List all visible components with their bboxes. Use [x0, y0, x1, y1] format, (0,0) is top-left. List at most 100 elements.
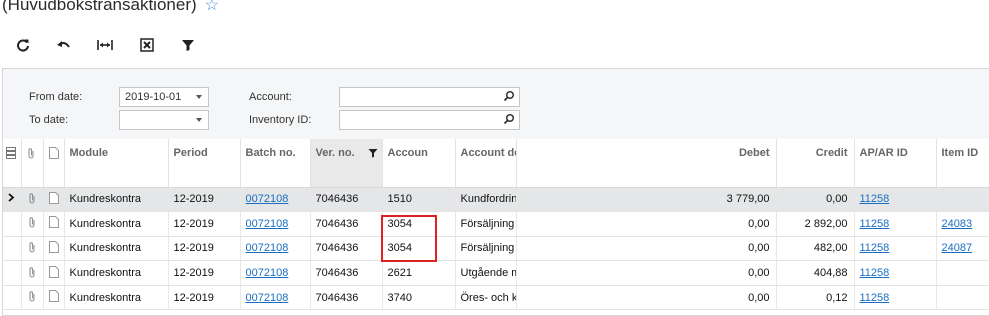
row-selector[interactable] [3, 236, 22, 262]
from-date-field[interactable]: 2019-10-01 [119, 87, 209, 107]
chevron-down-icon[interactable] [196, 95, 202, 99]
from-date-label: From date: [29, 91, 83, 103]
cell-batch-no[interactable]: 0072108 [240, 260, 311, 286]
cell-ap-ar-id[interactable]: 11258 [854, 211, 937, 237]
cell-batch-no[interactable]: 0072108 [240, 285, 311, 311]
filter-area: From date: 2019-10-01 To date: Account: … [3, 69, 989, 140]
cell-period: 12-2019 [168, 260, 241, 286]
refresh-icon[interactable] [12, 34, 34, 56]
col-period[interactable]: Period [168, 139, 241, 188]
ap-ar-link[interactable]: 11258 [860, 267, 890, 279]
undo-icon[interactable] [53, 34, 75, 56]
note-icon[interactable] [43, 236, 65, 262]
paperclip-icon[interactable] [21, 285, 44, 311]
chevron-down-icon[interactable] [196, 118, 202, 122]
paperclip-icon[interactable] [21, 187, 44, 213]
note-icon [48, 147, 59, 159]
search-icon[interactable] [503, 90, 515, 105]
row-selector[interactable] [3, 211, 22, 237]
transactions-grid: Module Period Batch no. Ver. no. Accoun … [3, 139, 989, 311]
to-date-field[interactable] [119, 110, 209, 130]
highlight-box [381, 215, 437, 262]
paperclip-icon[interactable] [21, 260, 44, 286]
col-ver-no[interactable]: Ver. no. [310, 139, 383, 188]
cell-item-id[interactable]: 24087 [936, 236, 989, 262]
note-icon[interactable] [43, 211, 65, 237]
ap-ar-link[interactable]: 11258 [860, 242, 890, 254]
batch-link[interactable]: 0072108 [246, 292, 289, 304]
table-row[interactable]: Kundreskontra 12-2019 0072108 7046436 2621 Ut… [3, 260, 989, 286]
fit-columns-icon[interactable] [94, 34, 116, 56]
cell-batch-no[interactable]: 0072108 [240, 187, 311, 213]
cell-account-description: Utgående moms på försäljning inom Sverig… [455, 260, 517, 286]
note-icon[interactable] [43, 187, 65, 213]
cell-batch-no[interactable]: 0072108 [240, 211, 311, 237]
table-row[interactable]: Kundreskontra 12-2019 0072108 7046436 3740 Ör… [3, 285, 989, 311]
row-selector[interactable] [3, 260, 22, 286]
batch-link[interactable]: 0072108 [246, 193, 289, 205]
grid-header-row: Module Period Batch no. Ver. no. Accoun … [3, 139, 989, 188]
current-row-arrow-icon [8, 193, 15, 205]
ap-ar-link[interactable]: 11258 [860, 292, 890, 304]
item-link[interactable]: 24087 [942, 242, 973, 254]
inventory-id-field[interactable] [339, 110, 520, 130]
notes-header[interactable] [43, 139, 65, 188]
account-field[interactable] [339, 87, 520, 107]
paperclip-icon[interactable] [21, 236, 44, 262]
cell-account: 1510 [382, 187, 456, 213]
table-row[interactable]: Kundreskontra 12-2019 0072108 7046436 3054 Fö… [3, 211, 989, 237]
search-icon[interactable] [503, 113, 515, 128]
cell-module: Kundreskontra [64, 211, 169, 237]
cell-ap-ar-id[interactable]: 11258 [854, 236, 937, 262]
ap-ar-link[interactable]: 11258 [860, 193, 890, 205]
account-label: Account: [249, 91, 292, 103]
cell-item-id[interactable] [936, 187, 989, 213]
filter-icon[interactable] [368, 148, 378, 158]
cell-ver-no: 7046436 [310, 260, 383, 286]
cell-account-description: Kundfordringar [455, 187, 517, 213]
cell-item-id[interactable]: 24083 [936, 211, 989, 237]
batch-link[interactable]: 0072108 [246, 242, 289, 254]
attachments-header[interactable] [21, 139, 44, 188]
batch-link[interactable]: 0072108 [246, 267, 289, 279]
to-date-label: To date: [29, 114, 69, 126]
batch-link[interactable]: 0072108 [246, 218, 289, 230]
cell-ap-ar-id[interactable]: 11258 [854, 285, 937, 311]
filter-icon[interactable] [177, 34, 199, 56]
item-link[interactable]: 24083 [942, 218, 973, 230]
col-account-description[interactable]: Account description [455, 139, 517, 188]
col-module[interactable]: Module [64, 139, 169, 188]
columns-icon[interactable] [6, 147, 16, 159]
cell-debet: 0,00 [516, 211, 777, 237]
col-batch-no[interactable]: Batch no. [240, 139, 311, 188]
cell-debet: 0,00 [516, 260, 777, 286]
note-icon[interactable] [43, 285, 65, 311]
cell-period: 12-2019 [168, 187, 241, 213]
table-row[interactable]: Kundreskontra 12-2019 0072108 7046436 1510 Ku… [3, 187, 989, 213]
row-selector-header[interactable] [3, 139, 22, 188]
col-credit[interactable]: Credit [776, 139, 855, 188]
cell-ap-ar-id[interactable]: 11258 [854, 260, 937, 286]
cell-account: 2621 [382, 260, 456, 286]
cell-ap-ar-id[interactable]: 11258 [854, 187, 937, 213]
paperclip-icon[interactable] [21, 211, 44, 237]
export-excel-icon[interactable] [136, 34, 158, 56]
star-icon[interactable]: ☆ [205, 0, 219, 14]
ap-ar-link[interactable]: 11258 [860, 218, 890, 230]
cell-item-id[interactable] [936, 260, 989, 286]
row-selector[interactable] [3, 285, 22, 311]
col-item-id[interactable]: Item ID [936, 139, 989, 188]
col-ap-ar-id[interactable]: AP/AR ID [854, 139, 937, 188]
cell-credit: 482,00 [776, 236, 855, 262]
row-selector[interactable] [3, 187, 22, 213]
note-icon[interactable] [43, 260, 65, 286]
grid-body: Kundreskontra 12-2019 0072108 7046436 1510 Ku… [3, 187, 989, 311]
cell-ver-no: 7046436 [310, 187, 383, 213]
cell-module: Kundreskontra [64, 187, 169, 213]
col-debet[interactable]: Debet [516, 139, 777, 188]
col-account[interactable]: Accoun [382, 139, 456, 188]
table-row[interactable]: Kundreskontra 12-2019 0072108 7046436 3054 Fö… [3, 236, 989, 262]
cell-batch-no[interactable]: 0072108 [240, 236, 311, 262]
cell-item-id[interactable] [936, 285, 989, 311]
cell-account-description: Försäljning lagervaror, Sverige momsfri [455, 211, 517, 237]
